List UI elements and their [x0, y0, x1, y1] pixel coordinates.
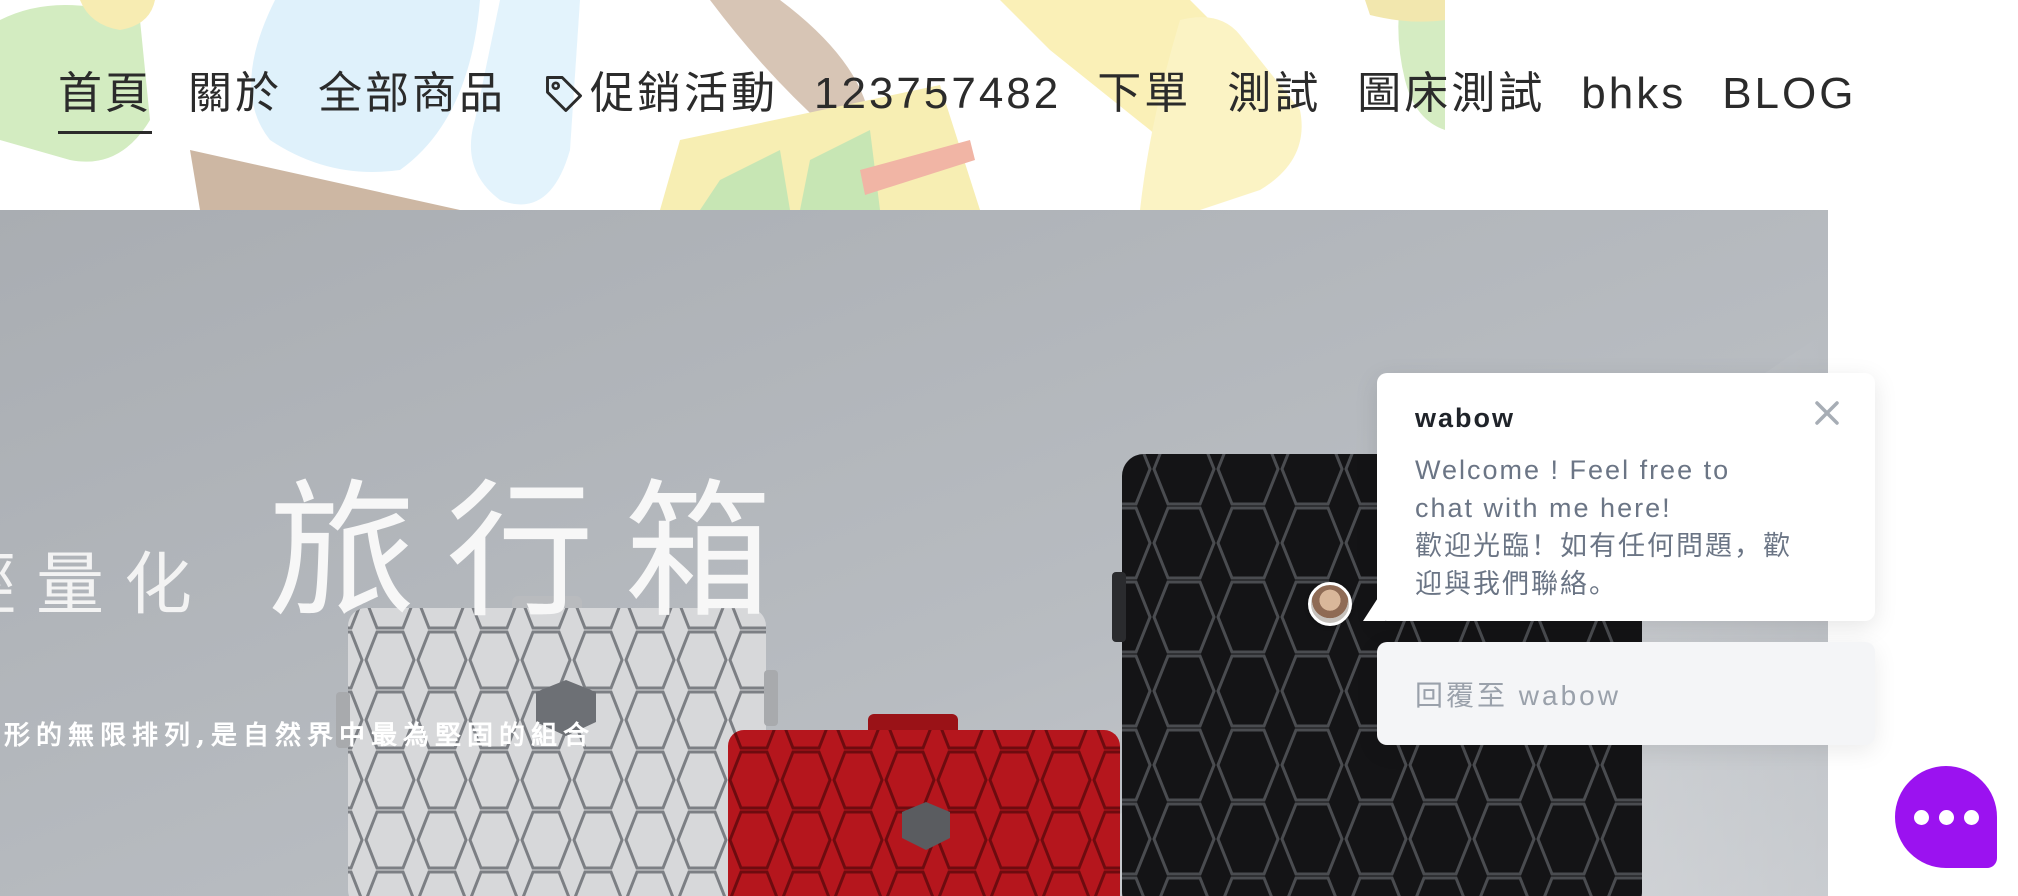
page: 首頁 關於 全部商品 促銷活動 123757482 下單 測試 圖床測試 bhk [0, 0, 2018, 896]
nav-item-image-host-test[interactable]: 圖床測試 [1357, 62, 1545, 126]
nav-item-label: 圖床測試 [1357, 69, 1546, 118]
nav-item-label: BLOG [1722, 69, 1857, 118]
nav-item-home[interactable]: 首頁 [58, 62, 152, 134]
nav-item-label: 促銷活動 [590, 69, 778, 118]
red-suitcase-graphic [728, 714, 1120, 896]
nav-item-123757482[interactable]: 123757482 [814, 62, 1061, 126]
nav-item-label: 關於 [188, 69, 282, 118]
nav-item-label: 測試 [1227, 69, 1322, 118]
nav-item-label: 下單 [1097, 69, 1192, 118]
chat-bubble-dots-icon [1913, 809, 1929, 825]
chat-reply-placeholder: 回覆至 wabow [1415, 679, 1621, 711]
nav-item-about[interactable]: 關於 [188, 62, 282, 126]
hero-prefix: 輕量化 [0, 546, 213, 625]
hero-title: 旅行箱 [268, 466, 802, 638]
tag-icon [546, 76, 582, 112]
nav-item-promotions[interactable]: 促銷活動 [542, 62, 778, 126]
chat-welcome-message: Welcome ! Feel free to chat with me here… [1415, 455, 1792, 599]
close-icon[interactable] [1805, 391, 1849, 435]
nav-item-order[interactable]: 下單 [1097, 62, 1191, 126]
main-nav: 首頁 關於 全部商品 促銷活動 123757482 下單 測試 圖床測試 bhk [58, 62, 1856, 134]
nav-item-label: bhks [1581, 69, 1687, 118]
chat-launcher-button[interactable] [1895, 766, 1997, 868]
hero-subtitle: 邊形的無限排列,是自然界中最為堅固的組合 [0, 721, 596, 751]
nav-item-label: 123757482 [814, 69, 1062, 118]
nav-item-label: 全部商品 [318, 69, 506, 118]
avatar [1308, 582, 1352, 626]
chat-reply-input[interactable]: 回覆至 wabow [1377, 642, 1875, 745]
nav-item-test[interactable]: 測試 [1227, 62, 1321, 126]
nav-item-bhks[interactable]: bhks [1581, 62, 1686, 126]
chat-bubble-dots-icon [1963, 809, 1979, 825]
nav-item-label: 首頁 [58, 69, 152, 118]
chat-agent-name: wabow [1415, 403, 1516, 433]
chat-popup: wabow Welcome ! Feel free to chat with m… [1363, 373, 1875, 621]
nav-item-blog[interactable]: BLOG [1722, 62, 1856, 126]
chat-bubble-dots-icon [1938, 809, 1954, 825]
nav-item-all-products[interactable]: 全部商品 [318, 62, 506, 126]
